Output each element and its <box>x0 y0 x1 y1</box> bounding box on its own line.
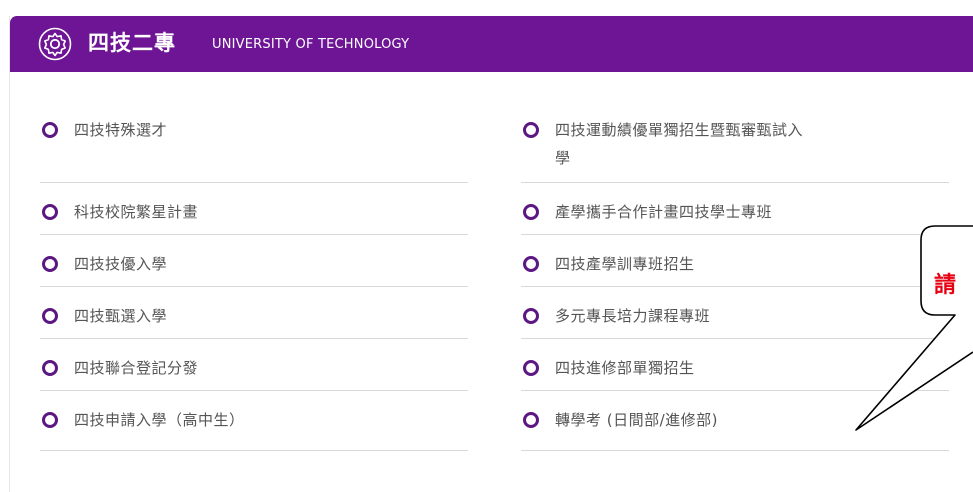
callout-bubble <box>855 225 973 431</box>
callout-text: 請 <box>934 272 957 298</box>
